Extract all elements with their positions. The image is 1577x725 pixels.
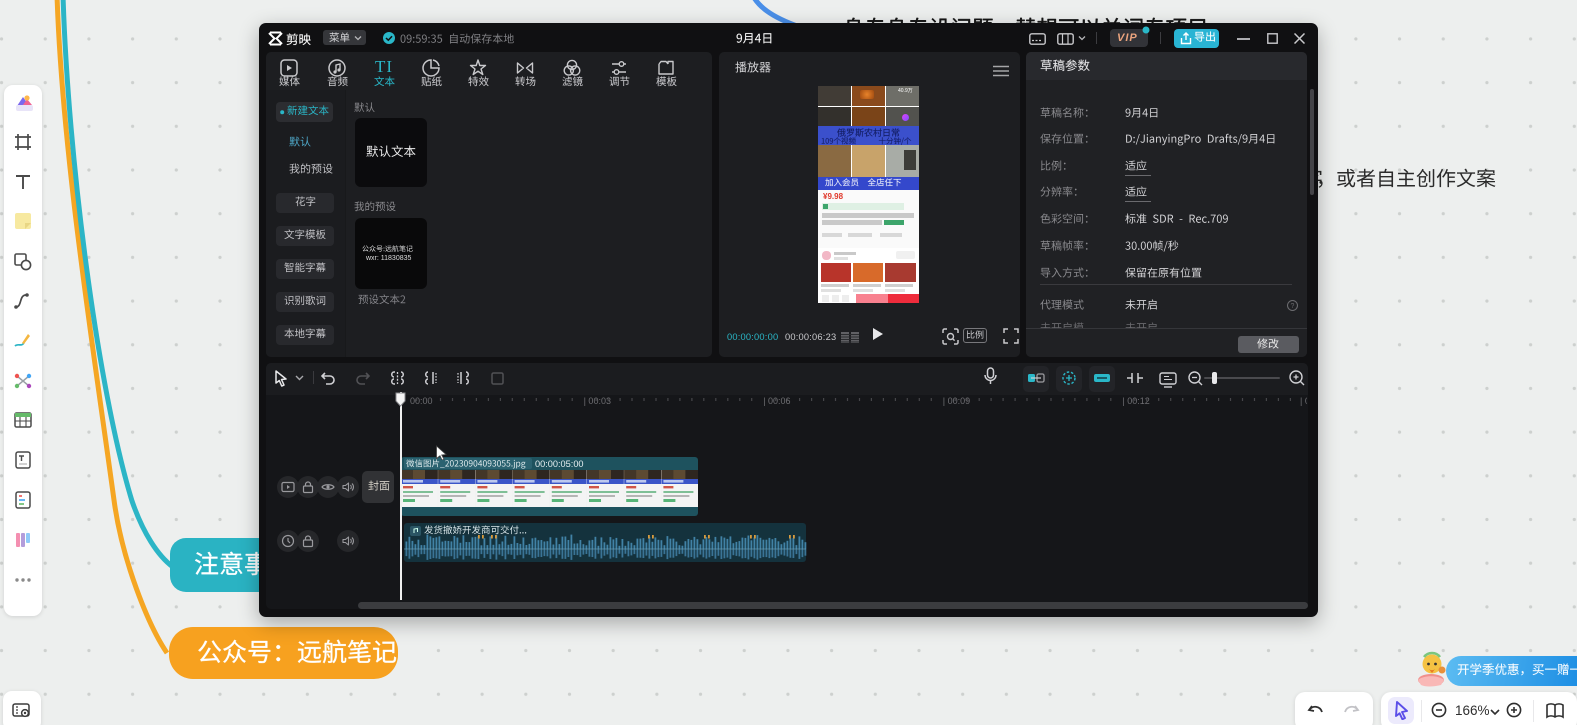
svg-text:| 0: | 0 [1300,396,1307,406]
svg-text:| 00:03: | 00:03 [584,396,611,406]
svg-text:| 00:06: | 00:06 [763,396,790,406]
svg-text:00:00: 00:00 [410,396,433,406]
svg-text:| 00:12: | 00:12 [1122,396,1149,406]
svg-text:| 00:09: | 00:09 [943,396,970,406]
svg-text:?: ? [1291,303,1295,310]
